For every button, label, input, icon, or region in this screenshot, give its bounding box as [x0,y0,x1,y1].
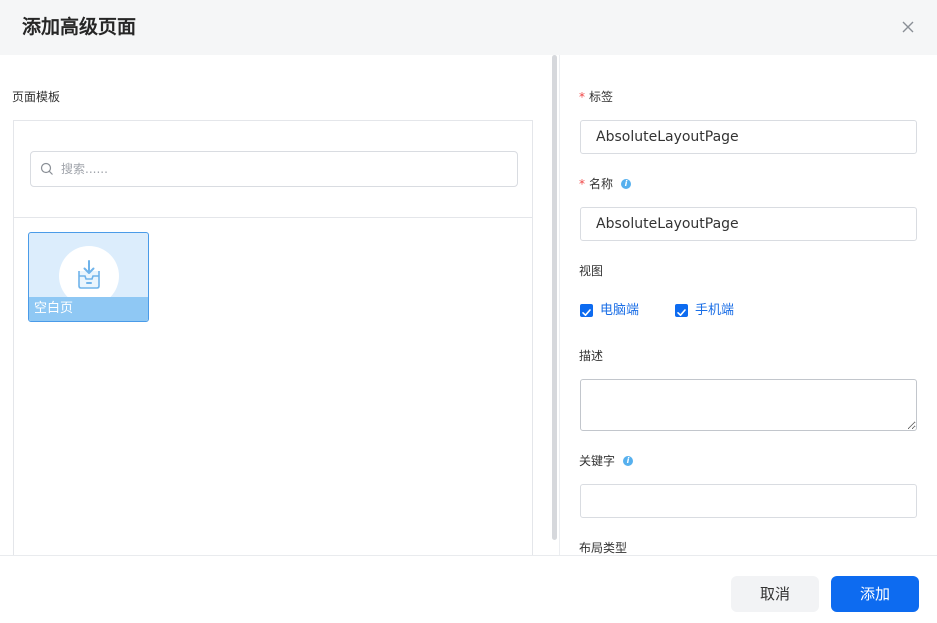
template-card-blank[interactable]: 空白页 [28,232,149,322]
tag-field-label: * 标签 [579,88,613,106]
dialog-title: 添加高级页面 [22,16,137,38]
template-panel: 空白页 [13,120,533,570]
dialog-header: 添加高级页面 [0,0,937,55]
panel-separator [559,55,560,555]
view-option-label: 手机端 [695,303,735,318]
tag-input[interactable] [580,120,917,154]
checkmark-icon [582,309,591,316]
description-field-label: 描述 [579,349,604,363]
add-button[interactable]: 添加 [831,576,919,612]
description-textarea[interactable] [580,379,917,431]
name-label-text: 名称 [589,177,614,191]
inbox-download-icon [78,260,100,289]
keywords-label-text: 关键字 [579,454,616,468]
view-option-desktop[interactable]: 电脑端 [580,303,650,319]
name-input[interactable] [580,207,917,241]
checkbox[interactable] [675,304,688,317]
scrollbar[interactable] [552,55,557,540]
search-icon [40,162,53,175]
info-icon[interactable]: i [623,456,634,466]
required-mark: * [579,90,585,104]
info-icon[interactable]: i [621,179,632,189]
search-input[interactable] [61,158,501,180]
view-option-mobile[interactable]: 手机端 [675,303,745,319]
divider [14,217,532,218]
page-template-label: 页面模板 [12,90,61,104]
checkbox[interactable] [580,304,593,317]
name-field-label: * 名称 i [579,175,632,193]
template-card-label: 空白页 [34,301,74,316]
keywords-input[interactable] [580,484,917,518]
template-search [30,151,518,187]
checkmark-icon [677,309,686,316]
required-mark: * [579,177,585,191]
view-field-label: 视图 [579,264,604,278]
keywords-field-label: 关键字 i [579,452,634,470]
close-icon[interactable] [898,17,918,37]
cancel-button[interactable]: 取消 [731,576,819,612]
view-option-label: 电脑端 [600,303,640,318]
tag-label-text: 标签 [589,90,614,104]
